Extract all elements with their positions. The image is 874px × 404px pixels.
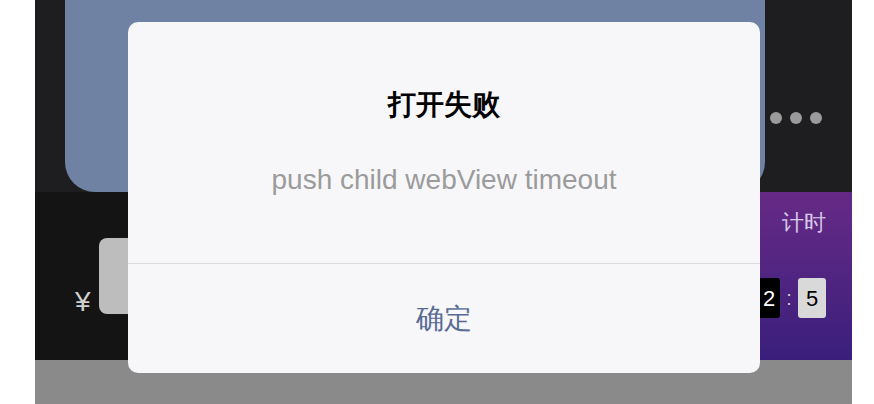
screen: ¥ 计时 2:5 打开失败 push child webView timeout 确定 [0, 0, 874, 404]
carousel-dot [790, 112, 802, 124]
carousel-dot [810, 112, 822, 124]
countdown-separator: : [784, 283, 794, 313]
carousel-dots [770, 112, 822, 124]
dialog-body: 打开失败 push child webView timeout [128, 22, 760, 263]
carousel-dot [770, 112, 782, 124]
price-symbol: ¥ [75, 284, 91, 320]
dialog-message: push child webView timeout [271, 160, 616, 200]
countdown-digit: 2 [758, 278, 780, 318]
dialog-title: 打开失败 [388, 85, 500, 125]
dialog-buttons: 确定 [128, 264, 760, 373]
countdown-digit: 5 [798, 278, 826, 318]
countdown-digits: 2:5 [758, 278, 826, 318]
countdown-label: 计时 [782, 208, 826, 238]
confirm-button[interactable]: 确定 [128, 264, 760, 373]
alert-dialog: 打开失败 push child webView timeout 确定 [128, 22, 760, 373]
